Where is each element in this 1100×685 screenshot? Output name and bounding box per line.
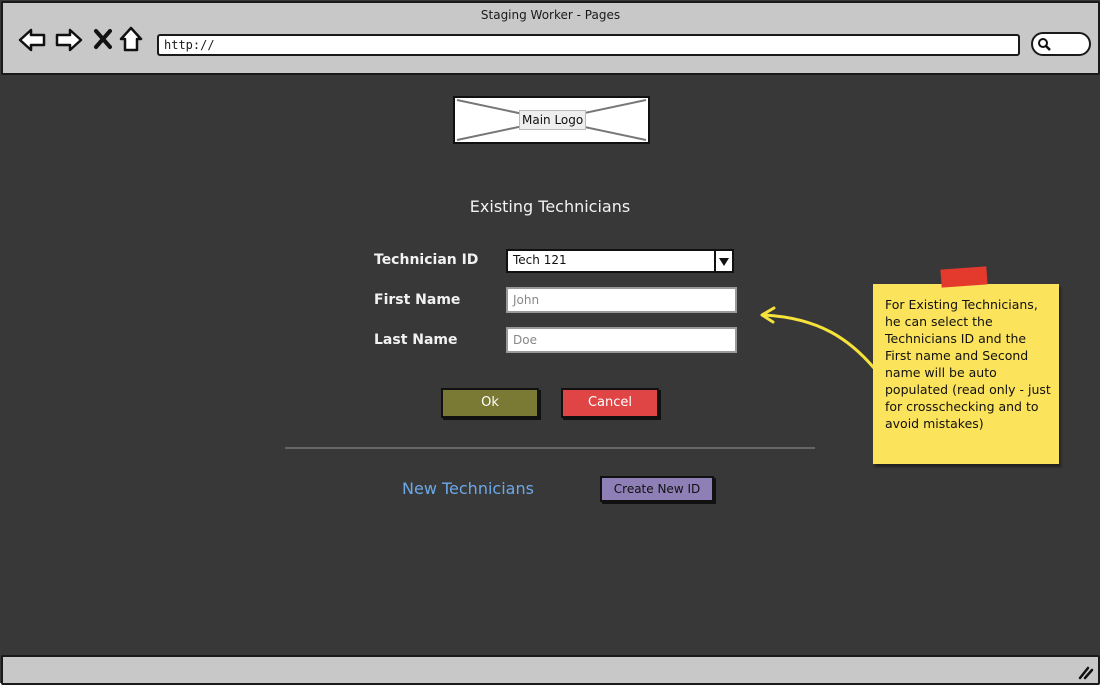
new-technicians-label: New Technicians [402, 479, 534, 498]
page-content: Main Logo Existing Technicians Technicia… [0, 74, 1100, 654]
note-text: For Existing Technicians, he can select … [885, 297, 1051, 431]
window-title: Staging Worker - Pages [480, 8, 621, 22]
technician-id-label: Technician ID [374, 252, 479, 268]
main-logo: Main Logo [453, 96, 650, 144]
technician-id-value: Tech 121 [513, 253, 567, 267]
url-bar[interactable]: http:// [157, 34, 1020, 56]
first-name-field[interactable]: John [506, 287, 737, 313]
resize-grip-icon[interactable] [1076, 664, 1094, 680]
technician-id-select[interactable]: Tech 121 [506, 249, 734, 273]
home-icon[interactable] [118, 25, 148, 55]
search-box[interactable] [1031, 32, 1091, 56]
existing-technicians-heading: Existing Technicians [469, 197, 631, 216]
section-divider [285, 447, 815, 449]
close-icon[interactable] [91, 25, 121, 55]
cancel-button[interactable]: Cancel [561, 388, 659, 418]
dropdown-arrow-icon[interactable] [714, 251, 732, 271]
search-icon [1038, 38, 1051, 51]
first-name-label: First Name [374, 292, 461, 308]
note-tape [940, 266, 988, 288]
ok-button[interactable]: Ok [441, 388, 539, 418]
back-icon[interactable] [17, 25, 47, 55]
sticky-note: For Existing Technicians, he can select … [873, 266, 1059, 464]
logo-label: Main Logo [519, 110, 587, 130]
create-new-id-button[interactable]: Create New ID [600, 476, 714, 502]
last-name-field[interactable]: Doe [506, 327, 737, 353]
browser-window: Staging Worker - Pages http:// Main Logo [0, 0, 1100, 685]
title-bar: Staging Worker - Pages http:// [1, 1, 1100, 75]
annotation-arrow-icon [760, 306, 876, 369]
last-name-label: Last Name [374, 332, 458, 348]
status-bar [1, 655, 1100, 685]
forward-icon[interactable] [54, 25, 84, 55]
